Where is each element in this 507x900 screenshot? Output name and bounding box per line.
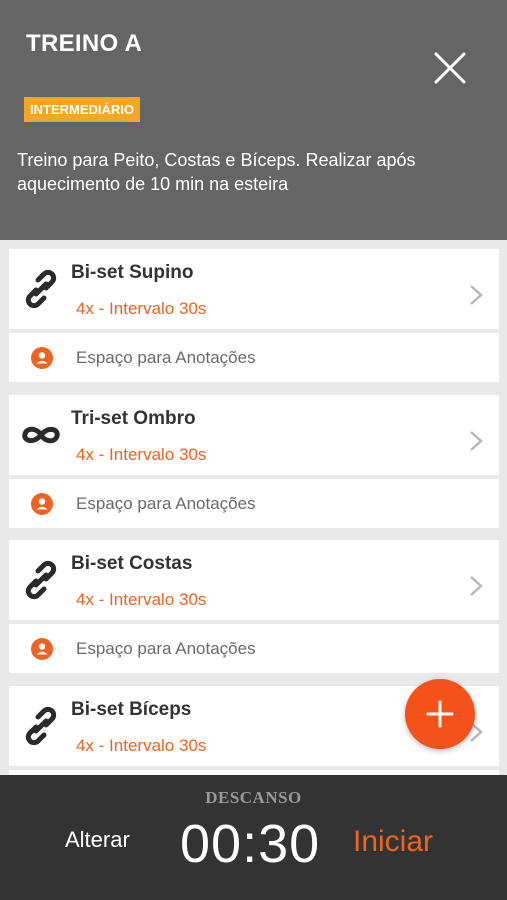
exercise-sets: 4x - Intervalo 30s [76,590,207,609]
user-icon [31,493,53,515]
start-timer-button[interactable]: Iniciar [353,825,433,859]
user-icon [31,638,53,660]
link-icon [25,560,57,600]
rest-timer-bar: DESCANSO Alterar 00:30 Iniciar [0,775,507,900]
exercise-name: Tri-set Ombro [71,408,196,429]
exercise-sets: 4x - Intervalo 30s [76,299,207,318]
exercise-name: Bi-set Bíceps [71,699,192,720]
notes-placeholder: Espaço para Anotações [76,639,256,658]
link-icon [25,269,57,309]
exercise-sets: 4x - Intervalo 30s [76,736,207,755]
rest-label: DESCANSO [205,788,302,807]
rest-timer: 00:30 [180,814,321,874]
workout-description: Treino para Peito, Costas e Bíceps. Real… [17,150,416,194]
exercise-row[interactable]: Tri-set Ombro 4x - Intervalo 30s [9,395,499,475]
notes-field[interactable]: Espaço para Anotações [9,479,499,528]
chevron-right-icon [470,431,483,451]
exercise-row[interactable]: Bi-set Costas 4x - Intervalo 30s [9,540,499,620]
notes-placeholder: Espaço para Anotações [76,494,256,513]
close-icon [434,52,466,84]
chevron-right-icon [470,285,483,305]
close-button[interactable] [430,48,470,88]
notes-placeholder: Espaço para Anotações [76,348,256,367]
link-icon [25,706,57,746]
exercise-name: Bi-set Supino [71,262,194,283]
plus-icon [426,700,454,728]
page-title: TREINO A [26,30,143,57]
notes-field[interactable]: Espaço para Anotações [9,333,499,382]
exercise-name: Bi-set Costas [71,553,193,574]
change-rest-button[interactable]: Alterar [65,827,130,853]
workout-header: TREINO A INTERMEDIÁRIO Treino para Peito… [0,0,507,240]
add-button[interactable] [405,679,475,749]
infinity-icon [22,426,60,444]
exercise-sets: 4x - Intervalo 30s [76,445,207,464]
exercise-row[interactable]: Bi-set Supino 4x - Intervalo 30s [9,249,499,329]
notes-field[interactable]: Espaço para Anotações [9,624,499,673]
level-badge: INTERMEDIÁRIO [24,97,140,122]
user-icon [31,347,53,369]
chevron-right-icon [470,576,483,596]
